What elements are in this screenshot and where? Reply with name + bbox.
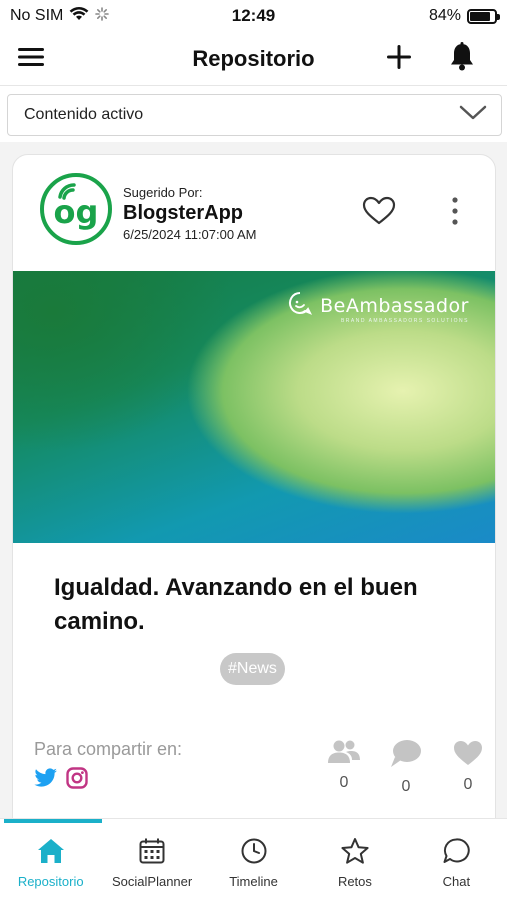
twitter-icon[interactable] <box>34 768 58 793</box>
share-on-label: Para compartir en: <box>34 739 183 759</box>
users-icon <box>327 739 361 770</box>
suggested-by-label: Sugerido Por: <box>123 185 203 200</box>
tab-label: Chat <box>442 874 471 889</box>
author-avatar[interactable]: og <box>40 173 112 245</box>
carrier-label: No SIM <box>10 7 64 24</box>
author-name[interactable]: BlogsterApp <box>123 202 256 225</box>
bottom-tab-bar: Repositorio SocialPlanner Timeline Retos… <box>0 818 507 900</box>
share-networks <box>34 767 88 794</box>
brand-chat-icon <box>288 291 313 320</box>
notifications-button[interactable] <box>443 40 481 78</box>
content-feed[interactable]: og Sugerido Por: BlogsterApp 6/25/2024 1… <box>0 142 507 818</box>
brand-tagline: BRAND AMBASSADORS SOLUTIONS <box>340 318 469 324</box>
post-meta: Sugerido Por: BlogsterApp 6/25/2024 11:0… <box>123 185 256 242</box>
wifi-icon <box>69 6 89 27</box>
battery-level <box>470 11 491 21</box>
active-tab-indicator <box>4 819 102 823</box>
calendar-icon <box>138 837 166 870</box>
likes-count: 0 <box>463 776 473 793</box>
filter-selected-value: Contenido activo <box>24 106 144 123</box>
home-icon <box>36 837 66 870</box>
app-header: Repositorio <box>0 32 507 86</box>
content-filter-dropdown[interactable]: Contenido activo <box>7 94 502 136</box>
favorite-button[interactable] <box>361 195 397 231</box>
battery-icon <box>467 8 500 24</box>
star-icon <box>340 837 370 870</box>
bell-icon <box>449 41 475 77</box>
comments-count: 0 <box>401 778 411 795</box>
chevron-down-icon <box>459 105 487 126</box>
tab-timeline[interactable]: Timeline <box>203 819 304 900</box>
post-card[interactable]: og Sugerido Por: BlogsterApp 6/25/2024 1… <box>12 154 496 818</box>
comments-stat[interactable]: 0 <box>375 739 437 796</box>
menu-icon <box>18 47 44 72</box>
tab-chat[interactable]: Chat <box>406 819 507 900</box>
status-bar: No SIM 12:49 84% <box>0 0 507 32</box>
status-right: 84% <box>428 7 500 25</box>
heart-icon <box>452 739 484 772</box>
status-left: No SIM <box>10 6 110 27</box>
more-vertical-icon <box>452 196 458 230</box>
brand-name: BeAmbassador <box>320 294 469 317</box>
post-image[interactable]: BeAmbassador BRAND AMBASSADORS SOLUTIONS <box>13 271 495 543</box>
brand-logo: BeAmbassador <box>288 291 469 320</box>
chat-icon <box>442 837 471 870</box>
battery-percentage: 84% <box>428 7 461 24</box>
post-stats: 0 0 0 <box>313 739 495 796</box>
tab-label: SocialPlanner <box>112 874 193 889</box>
heart-outline-icon <box>362 196 396 231</box>
likes-stat[interactable]: 0 <box>437 739 495 796</box>
menu-button[interactable] <box>12 40 50 78</box>
tab-label: Retos <box>337 874 372 889</box>
post-header: og Sugerido Por: BlogsterApp 6/25/2024 1… <box>13 155 495 271</box>
add-button[interactable] <box>380 40 418 78</box>
post-date: 6/25/2024 11:07:00 AM <box>123 227 257 242</box>
tab-label: Timeline <box>229 874 278 889</box>
activity-spinner-icon <box>95 6 110 26</box>
plus-icon <box>387 44 411 74</box>
shares-stat[interactable]: 0 <box>313 739 375 796</box>
tab-repositorio[interactable]: Repositorio <box>0 819 101 900</box>
clock-icon <box>240 837 268 870</box>
tab-retos[interactable]: Retos <box>304 819 405 900</box>
page-title: Repositorio <box>192 45 315 71</box>
shares-count: 0 <box>339 774 349 791</box>
more-options-button[interactable] <box>443 195 467 231</box>
avatar-logo-text: og <box>54 193 99 231</box>
comment-icon <box>389 739 423 774</box>
instagram-icon[interactable] <box>66 767 88 794</box>
post-title[interactable]: Igualdad. Avanzando en el buen camino. <box>54 571 474 639</box>
tab-label: Repositorio <box>17 874 84 889</box>
tab-socialplanner[interactable]: SocialPlanner <box>101 819 202 900</box>
hashtag-chip[interactable]: #News <box>220 653 285 685</box>
